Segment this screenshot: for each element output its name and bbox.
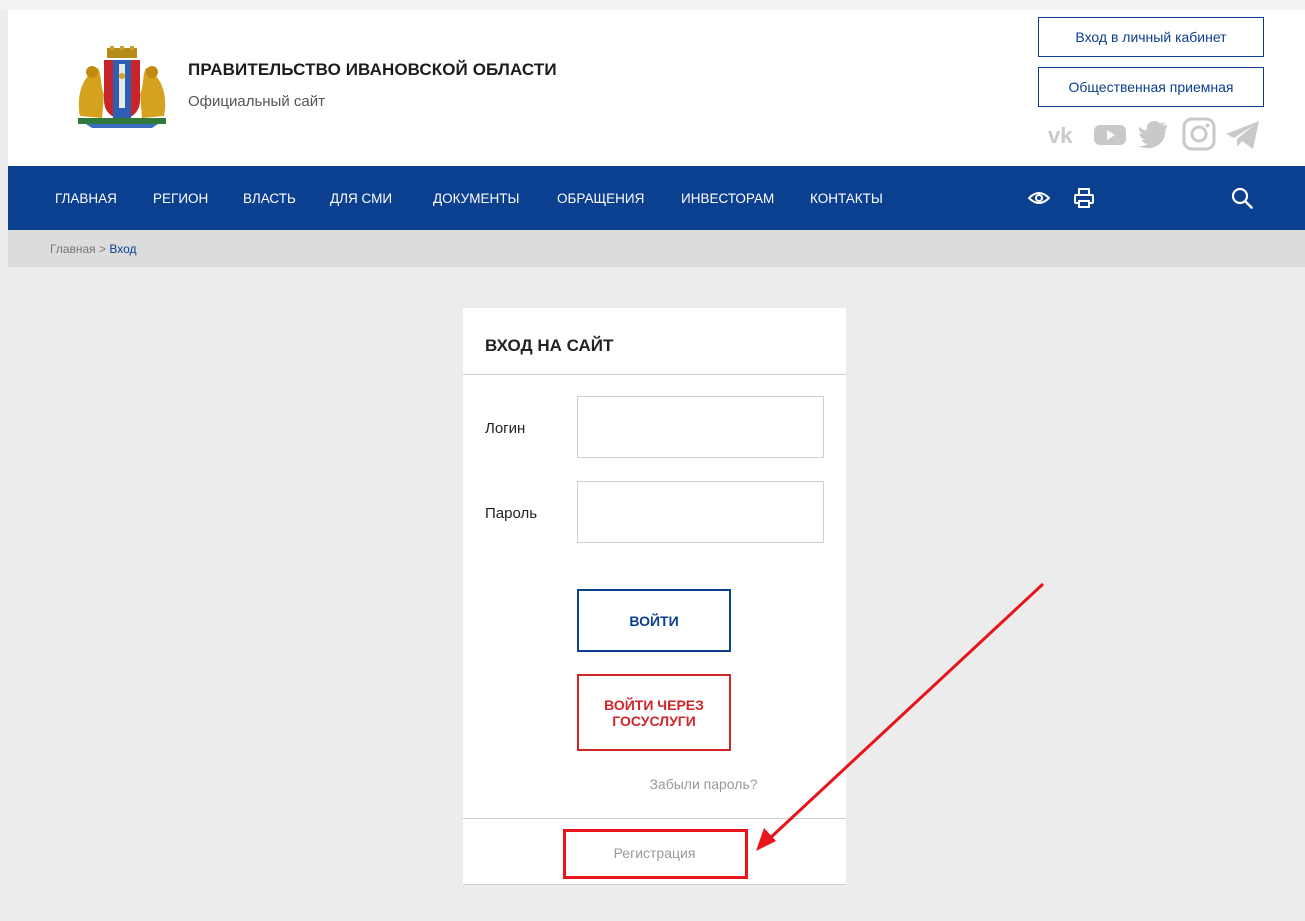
divider	[463, 884, 846, 885]
nav-item-media[interactable]: ДЛЯ СМИ	[330, 191, 392, 206]
search-icon[interactable]	[1228, 184, 1256, 212]
divider	[463, 374, 846, 375]
instagram-icon[interactable]	[1180, 117, 1218, 151]
print-icon[interactable]	[1070, 184, 1098, 212]
login-card: ВХОД НА САЙТ Логин Пароль ВОЙТИ ВОЙТИ ЧЕ…	[463, 308, 846, 885]
login-input[interactable]	[577, 396, 824, 458]
divider	[463, 818, 846, 819]
public-reception-button[interactable]: Общественная приемная	[1038, 67, 1264, 107]
nav-item-investors[interactable]: ИНВЕСТОРАМ	[681, 191, 774, 206]
password-input[interactable]	[577, 481, 824, 543]
youtube-icon[interactable]	[1092, 120, 1128, 150]
gosuslugi-login-button[interactable]: ВОЙТИ ЧЕРЕЗ ГОСУСЛУГИ	[577, 674, 731, 751]
vk-icon[interactable]: vk	[1046, 120, 1086, 150]
breadcrumb-home-link[interactable]: Главная	[50, 242, 96, 256]
nav-item-home[interactable]: ГЛАВНАЯ	[55, 191, 117, 206]
forgot-password-link[interactable]: Забыли пароль?	[463, 776, 846, 792]
nav-item-documents[interactable]: ДОКУМЕНТЫ	[433, 191, 519, 206]
twitter-icon[interactable]	[1136, 120, 1176, 150]
login-label: Логин	[485, 420, 526, 437]
main-navigation: ГЛАВНАЯ РЕГИОН ВЛАСТЬ ДЛЯ СМИ ДОКУМЕНТЫ …	[8, 166, 1305, 230]
nav-item-region[interactable]: РЕГИОН	[153, 191, 208, 206]
coat-of-arms-logo[interactable]	[72, 46, 172, 128]
password-label: Пароль	[485, 505, 538, 522]
site-header: ПРАВИТЕЛЬСТВО ИВАНОВСКОЙ ОБЛАСТИ Официал…	[8, 10, 1305, 166]
nav-item-appeals[interactable]: ОБРАЩЕНИЯ	[557, 191, 644, 206]
site-title[interactable]: ПРАВИТЕЛЬСТВО ИВАНОВСКОЙ ОБЛАСТИ	[188, 60, 557, 80]
login-button[interactable]: ВОЙТИ	[577, 589, 731, 652]
svg-text:vk: vk	[1048, 124, 1073, 146]
personal-cabinet-button[interactable]: Вход в личный кабинет	[1038, 17, 1264, 57]
telegram-icon[interactable]	[1224, 120, 1262, 150]
eye-icon[interactable]	[1025, 184, 1053, 212]
login-title: ВХОД НА САЙТ	[485, 336, 614, 355]
nav-item-government[interactable]: ВЛАСТЬ	[243, 191, 296, 206]
breadcrumb: Главная > Вход	[8, 230, 1305, 267]
site-subtitle: Официальный сайт	[188, 93, 325, 110]
register-link[interactable]: Регистрация	[463, 845, 846, 861]
nav-item-contacts[interactable]: КОНТАКТЫ	[810, 191, 883, 206]
top-strip	[0, 0, 1305, 10]
breadcrumb-separator: >	[95, 242, 110, 256]
breadcrumb-current: Вход	[109, 242, 137, 256]
